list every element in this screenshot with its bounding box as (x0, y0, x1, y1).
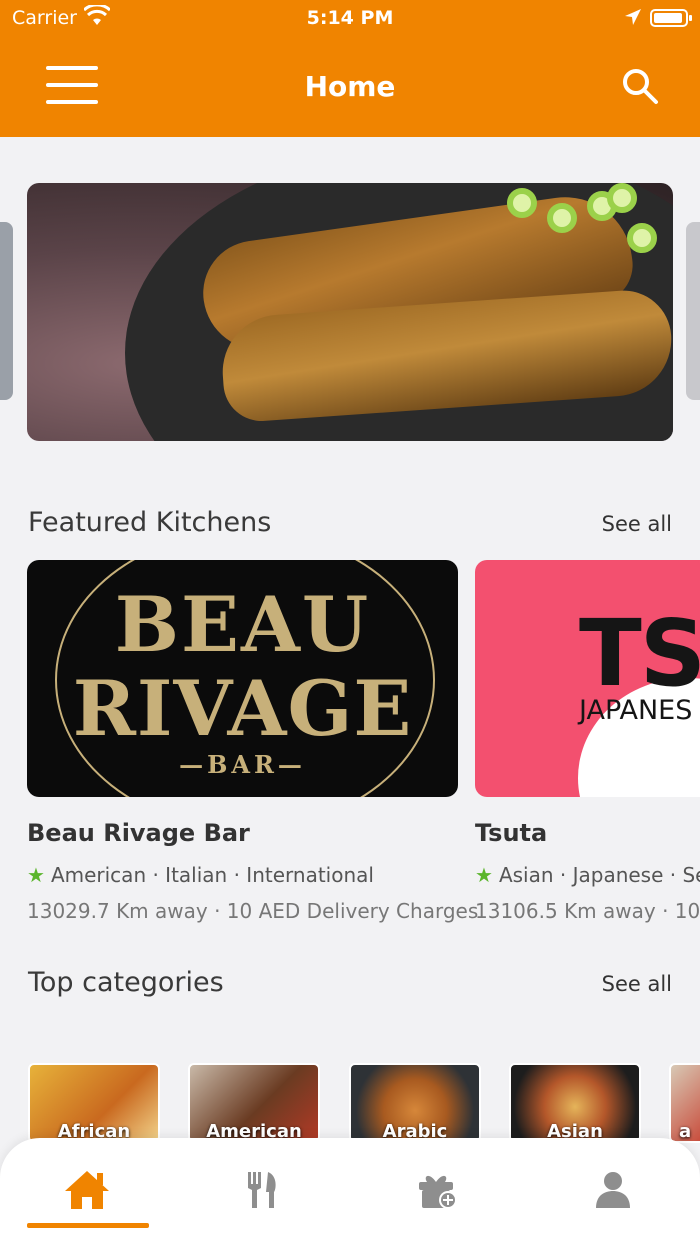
kitchen-name: Beau Rivage Bar (27, 819, 250, 847)
kitchen-cuisines: ★ Asian · Japanese · Sea (475, 863, 700, 887)
star-icon: ★ (27, 863, 45, 887)
category-tile-american[interactable]: American (188, 1063, 320, 1143)
category-tile-african[interactable]: African (28, 1063, 160, 1143)
carousel-next-slide[interactable] (686, 222, 700, 400)
kitchen-distance-delivery: 13029.7 Km away · 10 AED Delivery Charge… (27, 899, 479, 923)
status-time: 5:14 PM (306, 7, 394, 29)
home-icon[interactable] (57, 1160, 117, 1220)
logo-text: BEAU (114, 580, 371, 669)
category-tile-partial[interactable]: a (669, 1063, 700, 1143)
logo-text: —BAR— (179, 750, 306, 779)
page-title: Home (304, 70, 396, 103)
status-bar: Carrier 5:14 PM (0, 0, 700, 36)
kitchen-card-beau-rivage[interactable]: BEAU RIVAGE —BAR— Beau Rivage Bar ★ Ameri… (27, 560, 478, 923)
active-tab-indicator (27, 1223, 149, 1228)
location-arrow-icon (624, 8, 642, 31)
bottom-tab-bar (0, 1138, 700, 1244)
kitchen-distance-delivery: 13106.5 Km away · 10 A (475, 899, 700, 923)
battery-icon (650, 9, 692, 27)
top-bar: Carrier 5:14 PM Home (0, 0, 700, 137)
top-categories-title: Top categories (28, 967, 224, 998)
featured-see-all-link[interactable]: See all (602, 512, 672, 536)
logo-text: RIVAGE (72, 664, 413, 753)
profile-icon[interactable] (583, 1160, 643, 1220)
kitchen-logo-image: BEAU RIVAGE —BAR— (27, 560, 458, 797)
hero-banner-image[interactable] (27, 183, 673, 441)
gift-icon[interactable] (408, 1160, 468, 1220)
category-label: a (679, 1121, 692, 1142)
star-icon: ★ (475, 863, 493, 887)
kitchen-cuisines: ★ American · Italian · International (27, 863, 478, 887)
categories-carousel[interactable]: African American Arabic Asian a (28, 1063, 700, 1143)
categories-see-all-link[interactable]: See all (602, 972, 672, 996)
category-tile-asian[interactable]: Asian (509, 1063, 641, 1143)
kitchen-logo-image: TSU JAPANES (475, 560, 700, 797)
kitchen-card-tsuta[interactable]: TSU JAPANES Tsuta ★Asian · Japanese · Se… (475, 560, 700, 923)
logo-text: TSU (579, 600, 700, 707)
search-icon[interactable] (620, 66, 660, 106)
category-tile-arabic[interactable]: Arabic (349, 1063, 481, 1143)
cuisine-text: American · Italian · International (50, 863, 374, 887)
restaurant-icon[interactable] (233, 1160, 293, 1220)
cuisine-text: Asian · Japanese · Sea (498, 863, 700, 887)
kitchen-name: Tsuta (475, 819, 548, 847)
logo-text: JAPANES (579, 695, 693, 726)
carousel-prev-slide[interactable] (0, 222, 13, 400)
featured-kitchens-title: Featured Kitchens (28, 507, 272, 538)
